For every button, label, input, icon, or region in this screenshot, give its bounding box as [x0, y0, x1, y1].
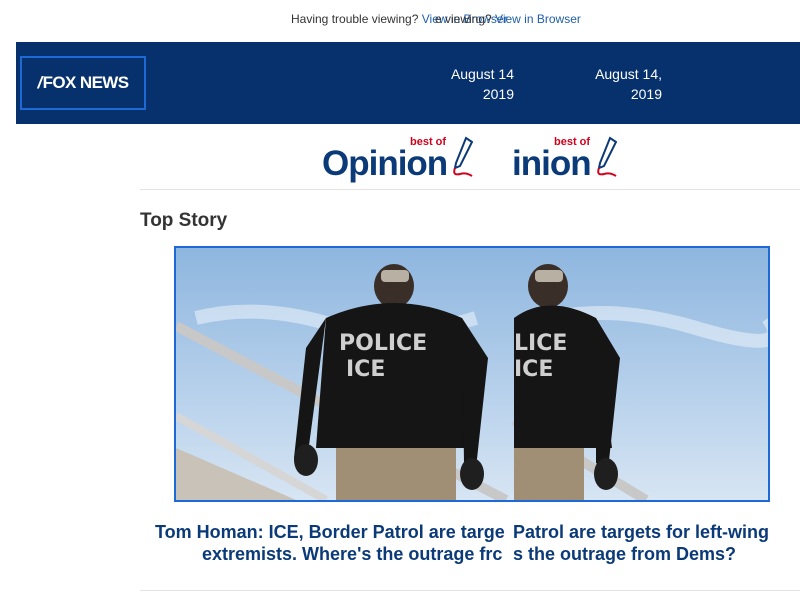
- best-of-opinion-banner-2[interactable]: best of inion: [512, 136, 624, 184]
- section-title: Top Story: [140, 210, 228, 231]
- preheader-right: e viewing? View in Browser: [435, 12, 581, 30]
- opinion-word-2: inion: [512, 144, 592, 183]
- headline-line1-left[interactable]: Tom Homan: ICE, Border Patrol are targe: [155, 520, 514, 544]
- logo-text: FOX NEWS: [42, 73, 129, 92]
- top-story-image[interactable]: POLICE ICE LICE ICE: [174, 246, 770, 502]
- view-in-browser-link-2[interactable]: View in Browser: [495, 12, 581, 26]
- divider: [140, 189, 800, 190]
- preheader-text: Having trouble viewing?: [291, 12, 419, 26]
- headline-line1-right[interactable]: Patrol are targets for left-wing: [513, 520, 800, 544]
- divider-bottom: [140, 590, 800, 591]
- fox-news-logo[interactable]: / FOX NEWS: [20, 56, 146, 110]
- opinion-word: Opinion: [322, 144, 448, 183]
- headline-line2-right[interactable]: s the outrage from Dems?: [513, 542, 800, 566]
- headline-line2-left[interactable]: extremists. Where's the outrage frc: [202, 542, 514, 566]
- date-left: August 14 2019: [440, 64, 514, 106]
- date-right-text: August 14, 2019: [595, 66, 662, 102]
- preheader-text-cut: e viewing?: [435, 12, 492, 26]
- pen-icon-2: [597, 136, 618, 177]
- date-left-text: August 14 2019: [450, 66, 514, 102]
- pen-icon: [453, 136, 474, 177]
- jacket-text-police-cut: LICE: [514, 331, 567, 356]
- best-of-opinion-banner[interactable]: best of Opinion: [322, 136, 482, 184]
- jacket-text-ice-cut: ICE: [514, 357, 553, 382]
- logo-slash: /: [37, 73, 43, 92]
- date-right: August 14, 2019: [584, 64, 662, 106]
- story-photo: POLICE ICE LICE ICE: [176, 248, 768, 500]
- jacket-text-ice: ICE: [346, 357, 385, 382]
- jacket-text-police: POLICE: [339, 331, 427, 356]
